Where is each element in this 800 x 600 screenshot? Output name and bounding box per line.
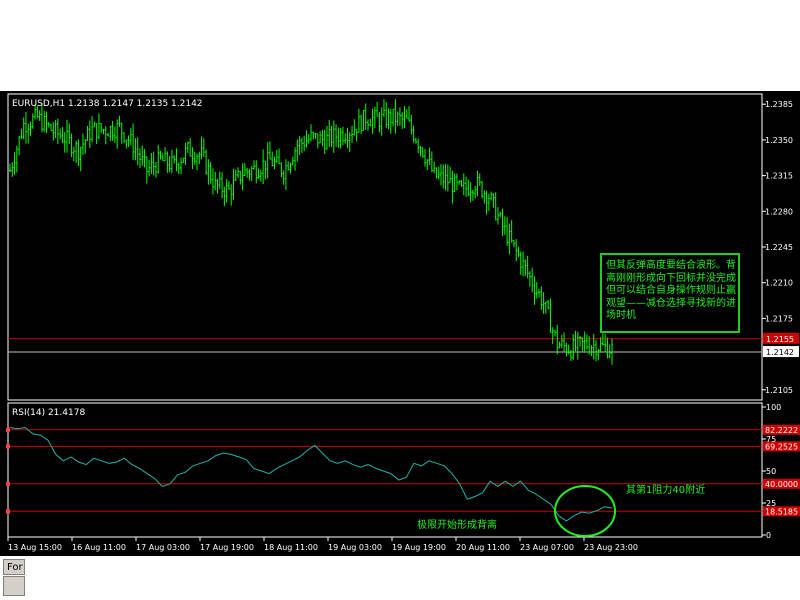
- price-candles: [9, 99, 613, 365]
- x-tick-label: 13 Aug 15:00: [8, 543, 62, 552]
- rsi-level-handle: [6, 444, 10, 449]
- price-tick-label: 1.2175: [765, 314, 793, 323]
- rsi-tick-label: 0: [766, 531, 771, 540]
- price-tick-label: 1.2245: [765, 243, 793, 252]
- price-tick-label: 1.2350: [765, 136, 793, 145]
- x-tick-label: 16 Aug 11:00: [72, 543, 126, 552]
- chart-title: EURUSD,H1 1.2138 1.2147 1.2135 1.2142: [12, 99, 203, 109]
- rsi-level-label: 82.2222: [765, 426, 798, 435]
- rsi-level-handle: [6, 427, 10, 432]
- rsi-tick-label: 50: [766, 467, 776, 476]
- price-level-label: 1.2142: [766, 348, 794, 357]
- x-tick-label: 20 Aug 11:00: [456, 543, 510, 552]
- price-tick-label: 1.2315: [765, 172, 793, 181]
- price-tick-label: 1.2280: [765, 207, 793, 216]
- rsi-line: [9, 426, 613, 522]
- price-note-box: 但其反弹高度要结合浪形。背离刚刚形成向下回标并没完成但可以结合自身操作规则止赢观…: [600, 253, 740, 333]
- tab-for[interactable]: For: [3, 559, 25, 575]
- price-tick-label: 1.2385: [765, 100, 793, 109]
- rsi-tick-label: 100: [766, 403, 781, 412]
- rsi-pane: [7, 402, 763, 538]
- rsi-divergence-note: 极限开始形成背离: [417, 518, 497, 531]
- x-tick-label: 19 Aug 03:00: [328, 543, 382, 552]
- rsi-level-label: 18.5185: [765, 507, 798, 516]
- x-tick-label: 17 Aug 19:00: [200, 543, 254, 552]
- price-note-text: 但其反弹高度要结合浪形。背离刚刚形成向下回标并没完成但可以结合自身操作规则止赢观…: [606, 260, 736, 321]
- x-tick-label: 17 Aug 03:00: [136, 543, 190, 552]
- rsi-level-label: 40.0000: [765, 480, 798, 489]
- tab-scroll-button[interactable]: [3, 576, 25, 596]
- x-tick-label: 23 Aug 23:00: [584, 543, 638, 552]
- rsi-level-handle: [6, 481, 10, 486]
- rsi-title: RSI(14) 21.4178: [12, 408, 85, 418]
- x-tick-label: 18 Aug 11:00: [264, 543, 318, 552]
- tab-strip: For: [0, 556, 800, 600]
- rsi-level-handle: [6, 509, 10, 514]
- rsi-tick-label: 75: [766, 435, 776, 444]
- rsi-tick-label: 25: [766, 499, 776, 508]
- price-tick-label: 1.2105: [765, 386, 793, 395]
- price-tick-label: 1.2210: [765, 279, 793, 288]
- x-tick-label: 19 Aug 19:00: [392, 543, 446, 552]
- price-level-label: 1.2155: [766, 335, 794, 344]
- x-tick-label: 23 Aug 07:00: [520, 543, 574, 552]
- price-pane: [7, 93, 763, 401]
- rsi-resistance-note: 其第1阻力40附近: [626, 483, 705, 496]
